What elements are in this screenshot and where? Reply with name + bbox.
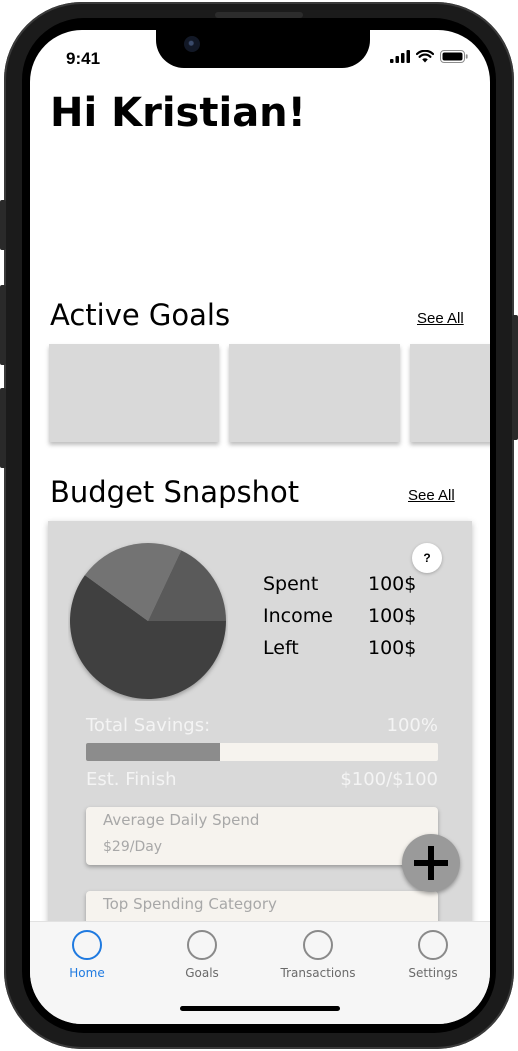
active-goals-see-all-link[interactable]: See All: [417, 310, 464, 327]
savings-progress-bar: [86, 743, 438, 761]
top-spending-category-title: Top Spending Category: [103, 895, 277, 913]
savings-progress-fill: [86, 743, 220, 761]
active-goals-title: Active Goals: [50, 298, 231, 332]
signal-icon: [390, 50, 410, 63]
tab-settings-label: Settings: [408, 966, 458, 980]
tab-transactions-label: Transactions: [280, 966, 356, 980]
battery-icon: [440, 50, 468, 63]
budget-snapshot-see-all-link[interactable]: See All: [408, 487, 455, 504]
stat-income-value: 100$: [368, 605, 417, 627]
settings-tab-icon: [418, 930, 448, 960]
tab-goals-label: Goals: [185, 966, 219, 980]
home-indicator: [180, 1006, 340, 1011]
volume-up-button: [0, 285, 6, 365]
front-camera: [184, 36, 200, 52]
goal-card[interactable]: [410, 344, 490, 442]
stat-left-value: 100$: [368, 637, 417, 659]
budget-snapshot-title: Budget Snapshot: [50, 475, 300, 509]
status-time: 9:41: [66, 49, 101, 68]
average-daily-spend-card[interactable]: Average Daily Spend $29/Day: [86, 807, 438, 865]
volume-down-button: [0, 388, 6, 468]
pie-svg: [69, 543, 226, 699]
average-daily-spend-title: Average Daily Spend: [103, 811, 260, 829]
stat-spent-value: 100$: [368, 573, 417, 595]
earpiece: [215, 12, 303, 18]
stat-left-label: Left: [263, 637, 299, 659]
stat-income-label: Income: [263, 605, 333, 627]
tab-settings[interactable]: Settings: [378, 930, 488, 980]
tab-home[interactable]: Home: [32, 930, 142, 980]
add-button[interactable]: [402, 834, 460, 892]
status-icons: [390, 50, 468, 63]
goal-card[interactable]: [49, 344, 219, 442]
notch: [156, 30, 370, 68]
est-finish-label: Est. Finish: [86, 769, 177, 790]
goal-card[interactable]: [229, 344, 400, 442]
est-finish-value: $100/$100: [340, 769, 438, 790]
mute-switch: [0, 200, 6, 250]
tab-home-label: Home: [69, 966, 105, 980]
home-tab-icon: [72, 930, 102, 960]
budget-pie-chart: [68, 541, 228, 701]
greeting-title: Hi Kristian!: [50, 90, 306, 136]
wifi-icon: [416, 50, 434, 63]
total-savings-value: 100%: [386, 715, 438, 736]
goals-tab-icon: [187, 930, 217, 960]
transactions-tab-icon: [303, 930, 333, 960]
app-screen: 9:41 Hi Kristian! Active Goals See All B…: [30, 30, 490, 1024]
total-savings-label: Total Savings:: [86, 715, 211, 736]
average-daily-spend-value: $29/Day: [103, 839, 163, 855]
tab-transactions[interactable]: Transactions: [263, 930, 373, 980]
stat-spent-label: Spent: [263, 573, 319, 595]
tab-goals[interactable]: Goals: [147, 930, 257, 980]
help-button[interactable]: ?: [412, 543, 442, 573]
power-button: [512, 315, 518, 440]
